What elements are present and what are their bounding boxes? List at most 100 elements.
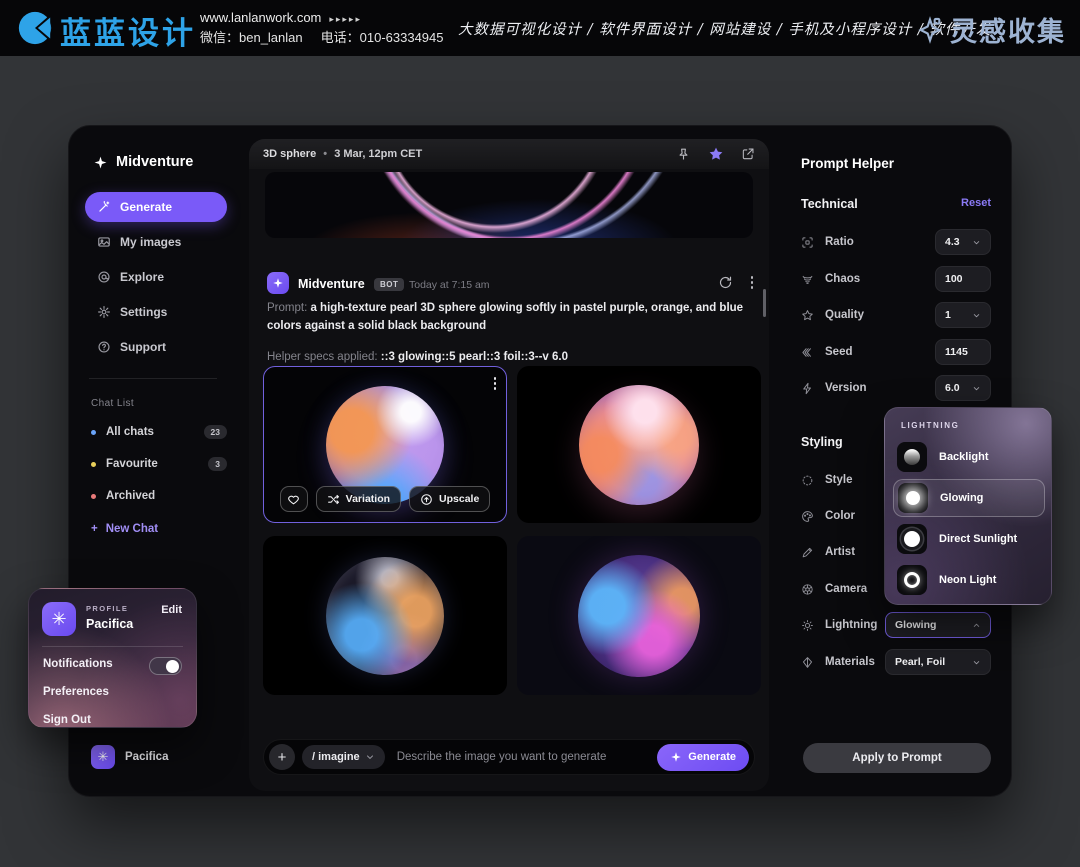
message-actions (718, 274, 756, 291)
chat-header: 3D sphere • 3 Mar, 12pm CET (249, 139, 769, 169)
new-chat-button[interactable]: + New Chat (91, 517, 158, 541)
sidebar-item-label: Explore (120, 270, 164, 284)
generated-image-1[interactable]: Variation Upscale (263, 366, 507, 523)
row-label: Ratio (825, 236, 854, 248)
version-select[interactable]: 6.0 (935, 375, 991, 401)
diamond-icon (801, 656, 814, 669)
ratio-select[interactable]: 4.3 (935, 229, 991, 255)
chat-filter-all[interactable]: All chats 23 (91, 420, 227, 444)
image-menu-button[interactable] (492, 375, 499, 392)
row-label: Materials (825, 656, 875, 668)
sidebar-item-settings[interactable]: Settings (85, 297, 227, 327)
generate-button[interactable]: Generate (657, 744, 749, 771)
seed-input[interactable]: 1145 (935, 339, 991, 365)
share-button[interactable] (741, 147, 755, 161)
message-menu-button[interactable] (749, 274, 756, 291)
chat-filter-archived[interactable]: Archived (91, 484, 227, 508)
sidebar-user-button[interactable]: ✳ Pacifica (91, 745, 168, 769)
pin-button[interactable] (676, 147, 691, 162)
bot-avatar (267, 272, 289, 294)
generated-image-4[interactable] (517, 536, 761, 695)
arrows-decoration: ▸▸▸▸▸ (329, 14, 362, 24)
chat-filter-label: All chats (106, 426, 154, 438)
apply-to-prompt-button[interactable]: Apply to Prompt (803, 743, 991, 773)
message-author: Midventure (298, 277, 365, 291)
sidebar-item-support[interactable]: Support (85, 332, 227, 362)
toggle-knob (166, 660, 179, 673)
sidebar-item-explore[interactable]: Explore (85, 262, 227, 292)
regenerate-button[interactable] (718, 275, 733, 290)
chevron-down-icon (972, 238, 981, 247)
favourite-button[interactable] (708, 146, 724, 162)
plus-icon: + (91, 523, 98, 535)
ratio-value: 4.3 (945, 236, 960, 248)
neon-light-thumb-icon (897, 565, 927, 595)
lightning-row: Lightning Glowing (801, 612, 991, 638)
sidebar-item-label: Generate (120, 200, 172, 214)
chat-filter-favourite[interactable]: Favourite 3 (91, 452, 227, 476)
variation-label: Variation (346, 493, 390, 505)
chat-header-actions (676, 146, 755, 162)
chevron-up-icon (972, 621, 981, 630)
phone-contact: 电话：010-63334945 (321, 30, 444, 45)
chaos-row: Chaos 100 (801, 266, 991, 292)
sparkle-icon (670, 751, 682, 763)
notifications-toggle[interactable] (149, 657, 182, 675)
previous-generation-image[interactable] (265, 172, 753, 238)
notifications-item[interactable]: Notifications (43, 658, 113, 670)
variation-button[interactable]: Variation (316, 486, 401, 512)
site-url-line: www.lanlanwork.com▸▸▸▸▸ (200, 8, 443, 28)
sidebar-item-my-images[interactable]: My images (85, 227, 227, 257)
option-label: Backlight (939, 451, 989, 463)
generated-image-3[interactable] (263, 536, 507, 695)
helper-specs-text: ::3 glowing::5 pearl::3 foil::3--v 6.0 (381, 351, 568, 363)
sphere-render (326, 557, 444, 675)
generate-label: Generate (688, 751, 736, 763)
panel-title: Prompt Helper (801, 156, 894, 171)
chat-list-heading: Chat List (91, 398, 134, 409)
quality-select[interactable]: 1 (935, 302, 991, 328)
helper-specs-label: Helper specs applied: (267, 351, 378, 363)
version-value: 6.0 (945, 382, 960, 394)
prompt-text-input[interactable]: Describe the image you want to generate (397, 751, 658, 763)
profile-popup: ✳ PROFILE Pacifica Edit Notifications Pr… (28, 588, 197, 728)
lightning-select[interactable]: Glowing (885, 612, 991, 638)
option-glowing[interactable]: Glowing (893, 479, 1045, 517)
lanlan-logo-icon (16, 9, 54, 47)
glowing-thumb-icon (898, 483, 928, 513)
reset-button[interactable]: Reset (961, 197, 991, 209)
attach-button[interactable]: + (269, 744, 295, 770)
edit-profile-button[interactable]: Edit (161, 604, 182, 616)
app-window: Midventure Generate My images Explore Se… (68, 125, 1012, 797)
chat-count-badge: 3 (208, 457, 227, 471)
top-banner: 蓝蓝设计 www.lanlanwork.com▸▸▸▸▸ 微信：ben_lanl… (0, 0, 1080, 56)
chat-scrollbar[interactable] (763, 289, 766, 317)
popup-divider (42, 646, 183, 647)
lightning-dropdown: LIGHTNING Backlight Glowing Direct Sunli… (884, 407, 1052, 605)
chaos-input[interactable]: 100 (935, 266, 991, 292)
like-button[interactable] (280, 486, 308, 512)
sphere-render (578, 555, 700, 677)
quality-value: 1 (945, 309, 951, 321)
preferences-item[interactable]: Preferences (43, 686, 109, 698)
upscale-button[interactable]: Upscale (409, 486, 490, 512)
star-outline-icon (801, 309, 814, 322)
chat-panel: 3D sphere • 3 Mar, 12pm CET Midventure B… (249, 139, 769, 791)
chevron-down-icon (972, 311, 981, 320)
option-backlight[interactable]: Backlight (893, 438, 1045, 476)
avatar: ✳ (91, 745, 115, 769)
prompt-label: Prompt: (267, 302, 307, 314)
option-neon-light[interactable]: Neon Light (893, 561, 1045, 599)
command-selector[interactable]: / imagine (302, 745, 385, 769)
sidebar-divider (89, 378, 217, 379)
gear-icon (97, 305, 111, 319)
sign-out-item[interactable]: Sign Out (43, 714, 91, 726)
sun-icon (801, 619, 814, 632)
option-direct-sunlight[interactable]: Direct Sunlight (893, 520, 1045, 558)
sidebar-item-generate[interactable]: Generate (85, 192, 227, 222)
app-name: Midventure (116, 154, 193, 170)
sidebar-item-label: Settings (120, 305, 167, 319)
profile-kicker: PROFILE (86, 604, 128, 613)
materials-select[interactable]: Pearl, Foil (885, 649, 991, 675)
generated-image-2[interactable] (517, 366, 761, 523)
